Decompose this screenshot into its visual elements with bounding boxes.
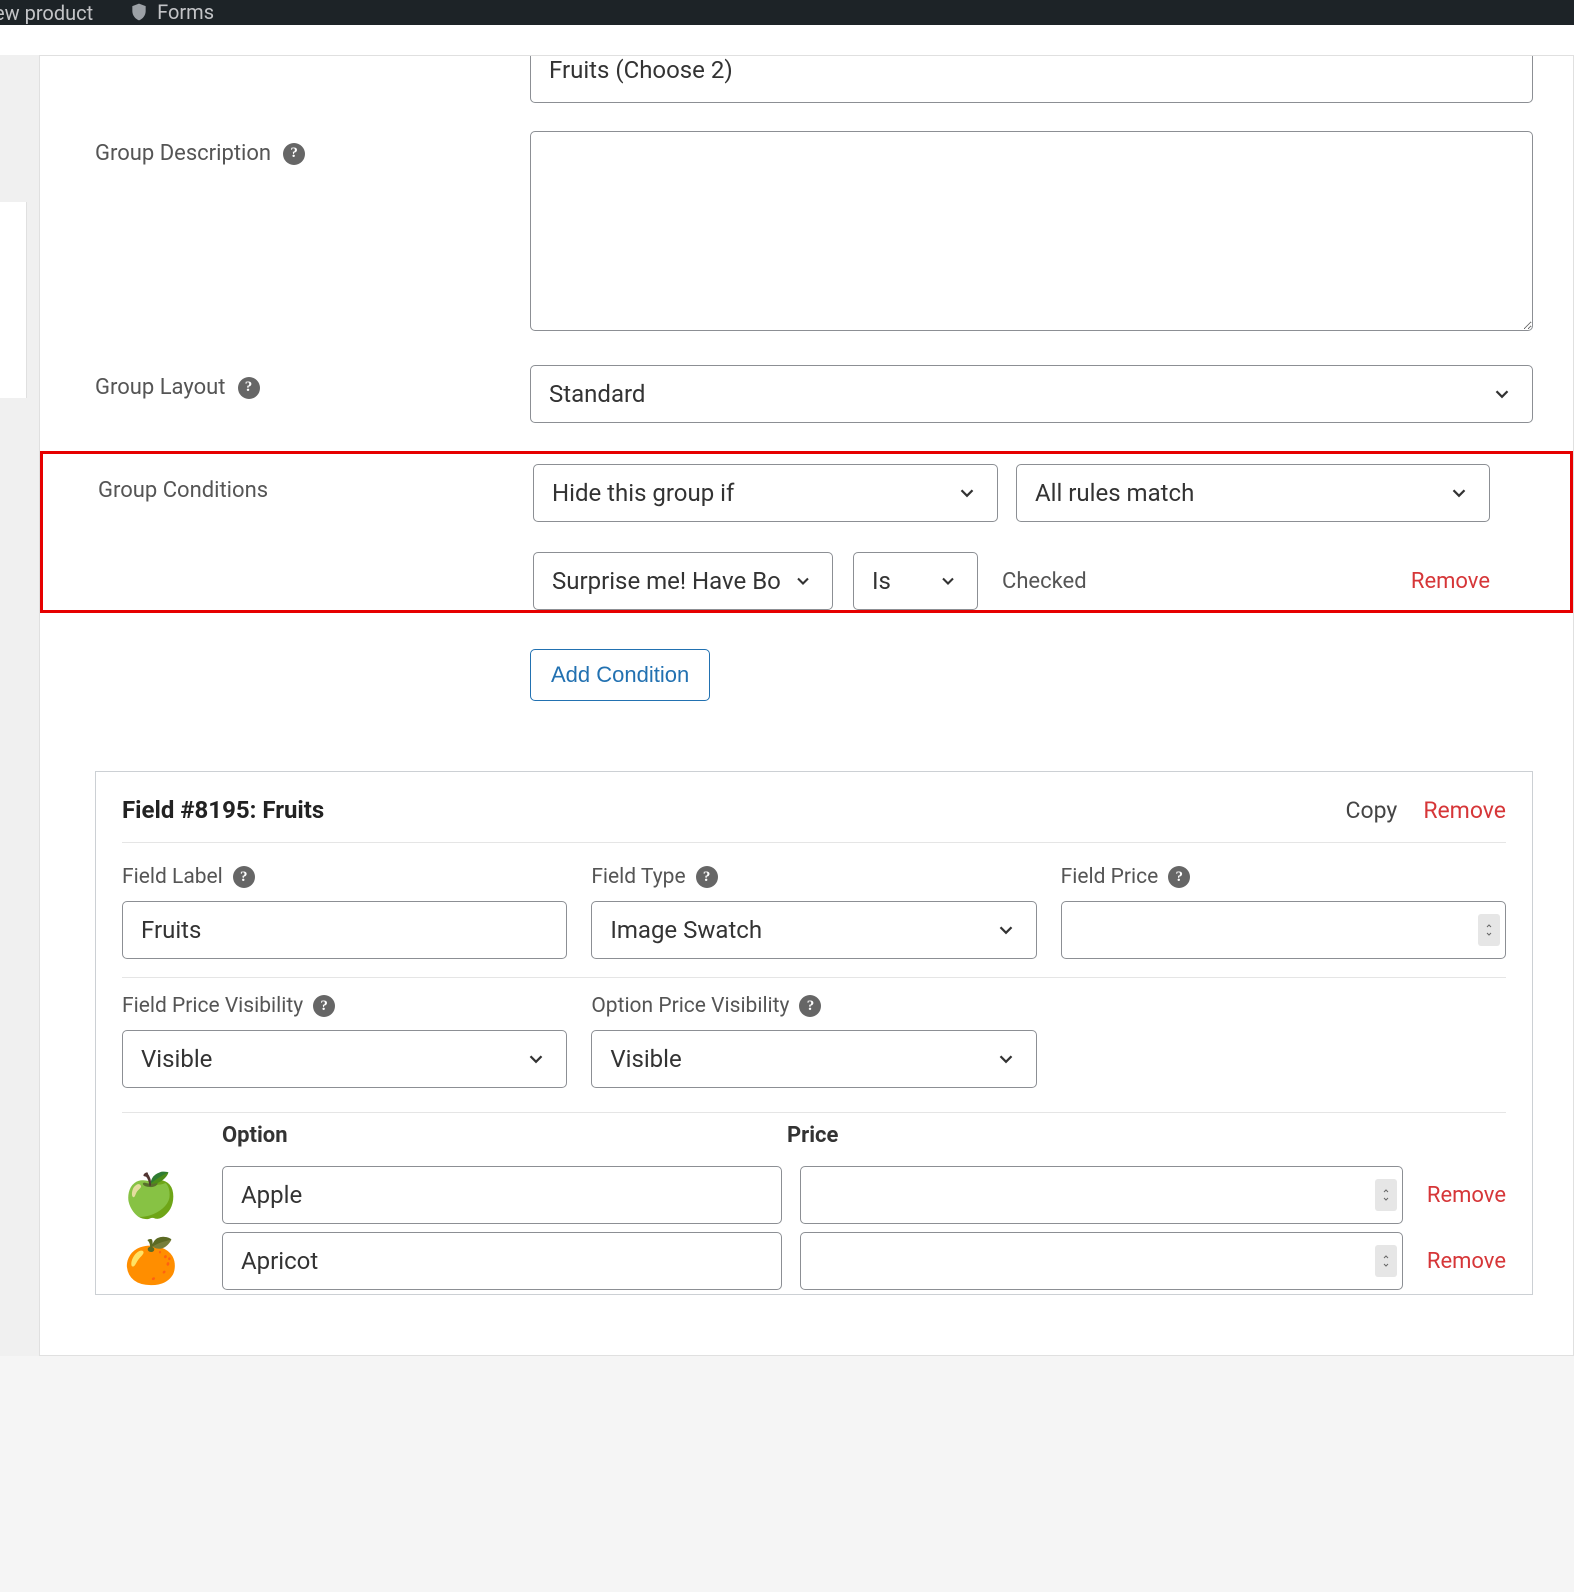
field-price-label: Field Price — [1061, 865, 1159, 889]
group-description-label: Group Description — [95, 141, 271, 166]
field-copy-link[interactable]: Copy — [1346, 797, 1398, 824]
option-column-header: Option — [222, 1123, 787, 1148]
option-remove-link[interactable]: Remove — [1421, 1183, 1506, 1208]
help-icon[interactable]: ? — [313, 995, 335, 1017]
condition-match-select[interactable]: All rules match — [1016, 464, 1490, 522]
option-thumbnail[interactable]: 🍏 — [122, 1166, 180, 1224]
field-type-value: Image Swatch — [610, 916, 762, 944]
option-row: 🍊 Remove — [96, 1228, 1532, 1294]
group-conditions-label: Group Conditions — [98, 478, 268, 503]
option-price-visibility-label: Option Price Visibility — [591, 994, 789, 1018]
option-name-input[interactable] — [222, 1232, 782, 1290]
option-remove-link[interactable]: Remove — [1421, 1249, 1506, 1274]
field-label-input[interactable] — [122, 901, 567, 959]
field-type-select[interactable]: Image Swatch — [591, 901, 1036, 959]
top-admin-bar: ＋ ew product Forms — [0, 0, 1574, 25]
field-price-visibility-label: Field Price Visibility — [122, 994, 303, 1018]
option-price-visibility-value: Visible — [610, 1045, 681, 1073]
topbar-forms-label: Forms — [157, 0, 214, 24]
field-type-label: Field Type — [591, 865, 685, 889]
number-stepper-icon[interactable] — [1478, 914, 1500, 946]
option-price-input[interactable] — [800, 1166, 1403, 1224]
group-description-textarea[interactable] — [530, 131, 1533, 331]
group-heading-value: Fruits (Choose 2) — [549, 56, 733, 84]
field-card-title: Field #8195: Fruits — [122, 796, 324, 824]
condition-operator-select[interactable]: Is — [853, 552, 978, 610]
help-icon[interactable]: ? — [1168, 866, 1190, 888]
number-stepper-icon[interactable] — [1375, 1179, 1397, 1211]
option-row: 🍏 Remove — [96, 1162, 1532, 1228]
condition-match-value: All rules match — [1035, 479, 1194, 507]
help-icon[interactable]: ? — [233, 866, 255, 888]
left-sidebar-stub — [0, 202, 27, 398]
topbar-item-forms[interactable]: Forms — [121, 0, 222, 24]
field-price-input[interactable] — [1061, 901, 1506, 959]
help-icon[interactable]: ? — [696, 866, 718, 888]
price-column-header: Price — [787, 1123, 1506, 1148]
help-icon[interactable]: ? — [238, 377, 260, 399]
field-remove-link[interactable]: Remove — [1423, 797, 1506, 824]
condition-remove-link[interactable]: Remove — [1411, 569, 1490, 594]
topbar-item-product[interactable]: ＋ ew product — [0, 0, 101, 25]
condition-action-select[interactable]: Hide this group if — [533, 464, 998, 522]
group-heading-label — [40, 56, 530, 66]
group-layout-value: Standard — [549, 380, 645, 408]
field-price-visibility-select[interactable]: Visible — [122, 1030, 567, 1088]
number-stepper-icon[interactable] — [1375, 1245, 1397, 1277]
condition-value-text: Checked — [998, 569, 1391, 594]
group-conditions-highlight: Group Conditions Hide this group if — [40, 451, 1573, 613]
option-name-input[interactable] — [222, 1166, 782, 1224]
condition-field-value: Surprise me! Have Bo — [552, 567, 781, 595]
field-label-label: Field Label — [122, 865, 223, 889]
condition-action-value: Hide this group if — [552, 479, 734, 507]
condition-field-select[interactable]: Surprise me! Have Bo — [533, 552, 833, 610]
add-condition-button[interactable]: Add Condition — [530, 649, 710, 701]
field-card: Field #8195: Fruits Copy Remove Field La… — [95, 771, 1533, 1295]
help-icon[interactable]: ? — [283, 143, 305, 165]
option-price-visibility-select[interactable]: Visible — [591, 1030, 1036, 1088]
topbar-product-label: ew product — [0, 1, 93, 25]
group-layout-label: Group Layout — [95, 375, 226, 400]
condition-operator-value: Is — [872, 567, 891, 595]
option-thumbnail[interactable]: 🍊 — [122, 1232, 180, 1290]
shield-icon — [129, 2, 149, 22]
option-price-input[interactable] — [800, 1232, 1403, 1290]
help-icon[interactable]: ? — [799, 995, 821, 1017]
group-layout-select[interactable]: Standard — [530, 365, 1533, 423]
group-heading-input[interactable]: Fruits (Choose 2) — [530, 56, 1533, 103]
field-price-visibility-value: Visible — [141, 1045, 212, 1073]
